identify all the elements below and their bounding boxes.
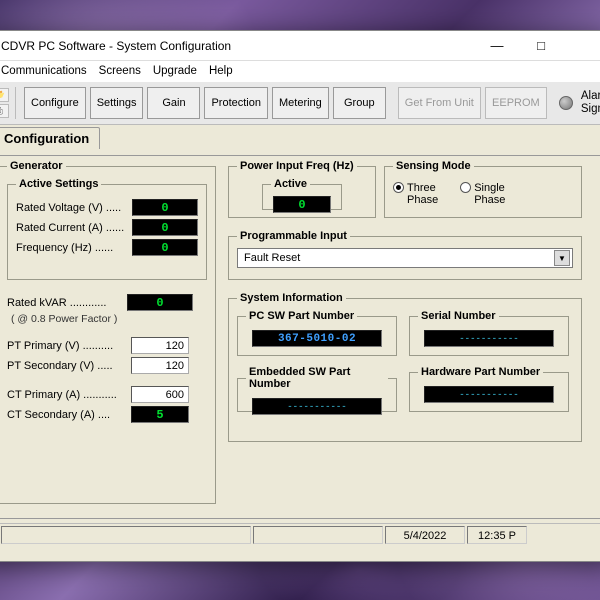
status-time: 12:35 P (467, 526, 527, 544)
radio-icon (460, 182, 471, 193)
settings-button[interactable]: Settings (90, 87, 144, 119)
protection-button[interactable]: Protection (204, 87, 268, 119)
ct-primary-input[interactable]: 600 (131, 386, 189, 403)
power-factor-note: ( @ 0.8 Power Factor ) (11, 313, 207, 325)
programmable-input-legend: Programmable Input (237, 230, 350, 242)
maximize-button[interactable]: □ (519, 32, 563, 60)
minimize-button[interactable]: ― (475, 32, 519, 60)
serial-value: ----------- (424, 330, 554, 347)
pif-active-group: Active 0 (262, 178, 342, 210)
title-bar[interactable]: CDVR PC Software - System Configuration … (0, 31, 600, 61)
programmable-input-select[interactable]: Fault Reset ▼ (237, 248, 573, 268)
rated-current-label: Rated Current (A) ...... (16, 222, 132, 234)
rated-voltage-value: 0 (132, 199, 198, 216)
hardware-value: ----------- (424, 386, 554, 403)
hardware-group: Hardware Part Number ----------- (409, 366, 569, 412)
rated-kvar-value: 0 (127, 294, 193, 311)
rated-voltage-label: Rated Voltage (V) ..... (16, 202, 132, 214)
configure-button[interactable]: Configure (24, 87, 86, 119)
tab-page: Generator Active Settings Rated Voltage … (0, 155, 600, 519)
app-window: CDVR PC Software - System Configuration … (0, 30, 600, 562)
generator-legend: Generator (7, 160, 66, 172)
workspace: Configuration Generator Active Settings … (0, 125, 600, 561)
alarm-label: AlarSign (581, 90, 600, 115)
menu-screens[interactable]: Screens (99, 65, 141, 77)
frequency-label: Frequency (Hz) ...... (16, 242, 132, 254)
ct-secondary-value: 5 (131, 406, 189, 423)
group-button[interactable]: Group (333, 87, 386, 119)
close-button[interactable] (563, 32, 600, 60)
metering-button[interactable]: Metering (272, 87, 329, 119)
get-from-unit-button[interactable]: Get From Unit (398, 87, 481, 119)
sensing-mode-group: Sensing Mode ThreePhase SinglePhase (384, 160, 582, 218)
embedded-sw-group: Embedded SW Part Number ----------- (237, 366, 397, 412)
menu-upgrade[interactable]: Upgrade (153, 65, 197, 77)
pif-value: 0 (273, 196, 331, 213)
ct-secondary-label: CT Secondary (A) .... (7, 409, 131, 421)
gain-button[interactable]: Gain (147, 87, 200, 119)
menu-help[interactable]: Help (209, 65, 233, 77)
status-cell-3 (253, 526, 383, 544)
pif-active-legend: Active (271, 178, 310, 190)
pt-primary-label: PT Primary (V) .......... (7, 340, 131, 352)
active-settings-group: Active Settings Rated Voltage (V) ..... … (7, 178, 207, 280)
rated-current-value: 0 (132, 219, 198, 236)
status-date: 5/4/2022 (385, 526, 465, 544)
pt-primary-input[interactable]: 120 (131, 337, 189, 354)
eeprom-button[interactable]: EEPROM (485, 87, 547, 119)
pc-sw-legend: PC SW Part Number (246, 310, 357, 322)
system-information-legend: System Information (237, 292, 346, 304)
generator-group: Generator Active Settings Rated Voltage … (0, 160, 216, 504)
radio-icon (393, 182, 404, 193)
window-title: CDVR PC Software - System Configuration (1, 39, 231, 53)
hardware-legend: Hardware Part Number (418, 366, 543, 378)
single-phase-radio[interactable]: SinglePhase (460, 182, 505, 206)
frequency-value: 0 (132, 239, 198, 256)
power-input-freq-group: Power Input Freq (Hz) Active 0 (228, 160, 376, 218)
three-phase-radio[interactable]: ThreePhase (393, 182, 438, 206)
programmable-input-value: Fault Reset (244, 252, 300, 264)
embedded-sw-value: ----------- (252, 398, 382, 415)
open-icon[interactable]: 📂 (0, 88, 9, 102)
pt-secondary-label: PT Secondary (V) ..... (7, 360, 131, 372)
embedded-sw-legend: Embedded SW Part Number (246, 366, 388, 390)
serial-group: Serial Number ----------- (409, 310, 569, 356)
status-bar: 5/4/2022 12:35 P (0, 523, 600, 545)
system-information-group: System Information PC SW Part Number 367… (228, 292, 582, 442)
pt-secondary-input[interactable]: 120 (131, 357, 189, 374)
rated-kvar-label: Rated kVAR ............ (7, 297, 127, 309)
toolbar: 📂 ⎙ Configure Settings Gain Protection M… (0, 81, 600, 125)
programmable-input-group: Programmable Input Fault Reset ▼ (228, 230, 582, 280)
serial-legend: Serial Number (418, 310, 499, 322)
pc-sw-value: 367-5010-02 (252, 330, 382, 347)
menu-bar: Communications Screens Upgrade Help (0, 61, 600, 81)
print-icon[interactable]: ⎙ (0, 104, 9, 118)
tab-configuration[interactable]: Configuration (0, 127, 100, 149)
active-settings-legend: Active Settings (16, 178, 101, 190)
sensing-mode-legend: Sensing Mode (393, 160, 474, 172)
power-input-freq-legend: Power Input Freq (Hz) (237, 160, 357, 172)
menu-communications[interactable]: Communications (1, 65, 87, 77)
alarm-led-icon (559, 96, 573, 110)
status-cell-2 (1, 526, 251, 544)
pc-sw-group: PC SW Part Number 367-5010-02 (237, 310, 397, 356)
chevron-down-icon: ▼ (554, 250, 570, 266)
ct-primary-label: CT Primary (A) ........... (7, 389, 131, 401)
